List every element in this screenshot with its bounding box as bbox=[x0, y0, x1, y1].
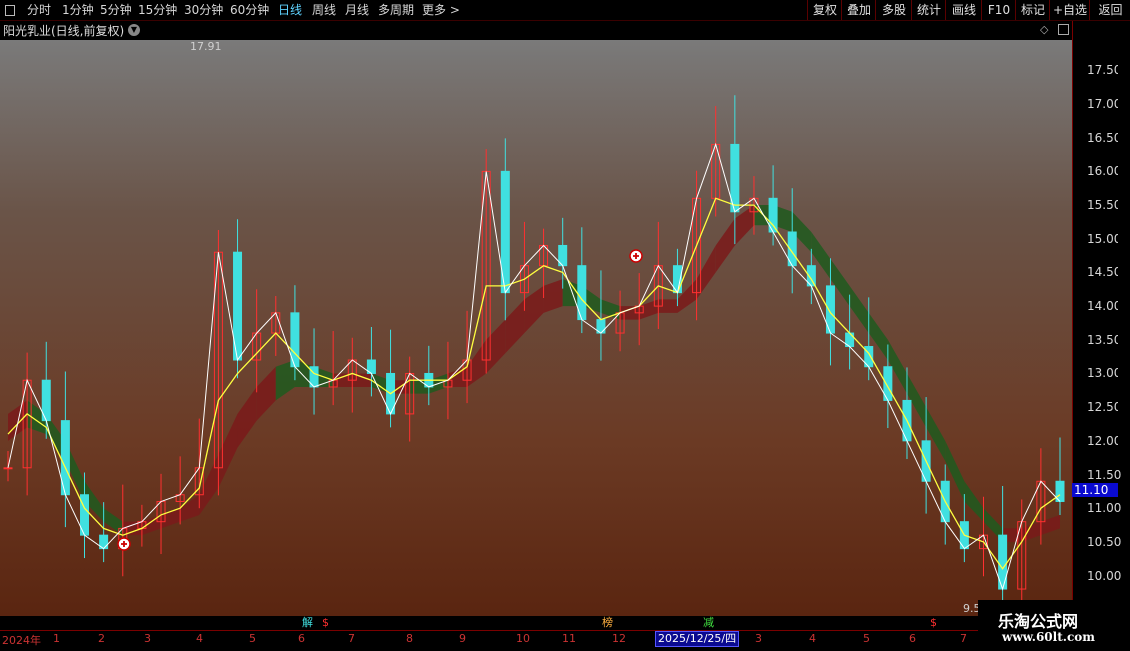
tab-15min[interactable]: 15分钟 bbox=[138, 2, 177, 18]
x-tick-label: 4 bbox=[809, 632, 816, 645]
band-segment bbox=[964, 481, 984, 522]
tab-60min[interactable]: 60分钟 bbox=[230, 2, 269, 18]
y-tick-label: 15.50 bbox=[1087, 198, 1122, 213]
x-tick-label: 7 bbox=[960, 632, 967, 645]
signal-marker: 榜 bbox=[602, 616, 613, 629]
tab-monthly[interactable]: 月线 bbox=[345, 2, 369, 18]
x-tick-label: 1 bbox=[53, 632, 60, 645]
y-tick-label: 17.00 bbox=[1087, 97, 1122, 111]
signal-marker: $ bbox=[930, 616, 937, 629]
chevron-down-icon[interactable]: ▼ bbox=[128, 24, 140, 36]
time-axis: 2024年 1 2 3 4 5 6 7 8 9 10 11 12 3 4 5 6 7 bbox=[0, 630, 1130, 651]
x-tick-label: 2024年 bbox=[2, 634, 41, 647]
chart-title-bar: 阳光乳业(日线,前复权) ▼ ◇ bbox=[0, 21, 1072, 39]
date-cursor-label: 2025/12/25/四 bbox=[655, 631, 740, 647]
band-segment bbox=[505, 299, 525, 354]
y-tick-label: 12.00 bbox=[1087, 433, 1122, 448]
stock-title: 阳光乳业(日线,前复权) bbox=[3, 24, 125, 38]
panel-toggle-icon[interactable] bbox=[5, 5, 15, 16]
x-tick-label: 5 bbox=[863, 632, 870, 645]
watermark: 乐淘公式网 www.60lt.com bbox=[978, 600, 1130, 650]
tab-5min[interactable]: 5分钟 bbox=[100, 2, 132, 18]
watermark-title: 乐淘公式网 bbox=[998, 612, 1079, 631]
stats-button[interactable]: 统计 bbox=[911, 0, 946, 20]
y-tick-label: 13.50 bbox=[1087, 332, 1122, 347]
x-tick-label: 8 bbox=[406, 632, 413, 645]
max-price-label: 17.91 bbox=[190, 40, 222, 53]
tab-weekly[interactable]: 周线 bbox=[312, 2, 336, 18]
watermark-url: www.60lt.com bbox=[1002, 630, 1095, 644]
panel-icon[interactable] bbox=[1058, 24, 1069, 35]
marker-layer: 17.919.5 bbox=[117, 40, 981, 615]
tab-fenshi[interactable]: 分时 bbox=[27, 2, 51, 18]
band-segment bbox=[256, 366, 276, 421]
y-tick-label: 16.50 bbox=[1087, 130, 1122, 145]
period-toolbar: 分时 1分钟 5分钟 15分钟 30分钟 60分钟 日线 周线 月线 多周期 更… bbox=[0, 0, 1130, 21]
x-tick-label: 5 bbox=[249, 632, 256, 645]
f10-button[interactable]: F10 bbox=[981, 0, 1016, 20]
x-tick-label: 3 bbox=[144, 632, 151, 645]
x-tick-label: 2 bbox=[98, 632, 105, 645]
current-price-tag: 11.10 bbox=[1072, 483, 1118, 497]
band-segment bbox=[199, 454, 219, 515]
y-tick-label: 17.50 bbox=[1087, 63, 1122, 78]
band-segment bbox=[849, 285, 869, 334]
candle-layer bbox=[3, 95, 1065, 616]
y-tick-label: 11.50 bbox=[1087, 467, 1122, 482]
band-segment bbox=[715, 218, 735, 273]
tab-1min[interactable]: 1分钟 bbox=[62, 2, 94, 18]
add-watchlist-button[interactable]: +自选 bbox=[1049, 0, 1090, 20]
signal-bar: 解 $ 榜 减 $ bbox=[0, 616, 1072, 629]
side-strip bbox=[1118, 21, 1130, 461]
tab-30min[interactable]: 30分钟 bbox=[184, 2, 223, 18]
y-tick-label: 11.00 bbox=[1087, 501, 1122, 516]
x-tick-label: 4 bbox=[196, 632, 203, 645]
diamond-icon[interactable]: ◇ bbox=[1040, 23, 1048, 36]
draw-line-button[interactable]: 画线 bbox=[945, 0, 982, 20]
y-tick-label: 10.50 bbox=[1087, 534, 1122, 549]
x-tick-label: 12 bbox=[612, 632, 626, 645]
price-chart[interactable]: 17.919.5 bbox=[0, 40, 1072, 616]
x-tick-label: 6 bbox=[909, 632, 916, 645]
band-segment bbox=[8, 400, 28, 441]
y-tick-label: 13.00 bbox=[1087, 366, 1122, 381]
overlay-button[interactable]: 叠加 bbox=[841, 0, 876, 20]
y-tick-label: 14.00 bbox=[1087, 299, 1122, 314]
x-tick-label: 11 bbox=[562, 632, 576, 645]
x-tick-label: 3 bbox=[755, 632, 762, 645]
tab-more[interactable]: 更多 > bbox=[422, 2, 460, 18]
multi-stock-button[interactable]: 多股 bbox=[875, 0, 912, 20]
x-tick-label: 9 bbox=[459, 632, 466, 645]
signal-marker: $ bbox=[322, 616, 329, 629]
band-segment bbox=[543, 279, 563, 313]
tab-multi-period[interactable]: 多周期 bbox=[378, 2, 414, 18]
band-segment bbox=[486, 319, 506, 374]
y-tick-label: 10.00 bbox=[1087, 568, 1122, 583]
x-tick-label: 6 bbox=[298, 632, 305, 645]
y-tick-label: 14.50 bbox=[1087, 265, 1122, 280]
fuquan-button[interactable]: 复权 bbox=[807, 0, 842, 20]
candle-body bbox=[3, 467, 13, 470]
tab-daily[interactable]: 日线 bbox=[278, 2, 302, 18]
x-tick-label: 10 bbox=[516, 632, 530, 645]
signal-marker: 解 bbox=[302, 616, 313, 629]
mark-button[interactable]: 标记 bbox=[1015, 0, 1050, 20]
back-button[interactable]: 返回 bbox=[1089, 0, 1130, 20]
x-tick-label: 7 bbox=[348, 632, 355, 645]
band-segment bbox=[696, 245, 716, 300]
signal-marker: 减 bbox=[703, 616, 714, 629]
band-segment bbox=[237, 386, 257, 448]
y-tick-label: 16.00 bbox=[1087, 164, 1122, 179]
y-tick-label: 15.00 bbox=[1087, 231, 1122, 246]
y-tick-label: 12.50 bbox=[1087, 400, 1122, 415]
band-segment bbox=[218, 413, 238, 488]
band-segment bbox=[1040, 514, 1060, 536]
